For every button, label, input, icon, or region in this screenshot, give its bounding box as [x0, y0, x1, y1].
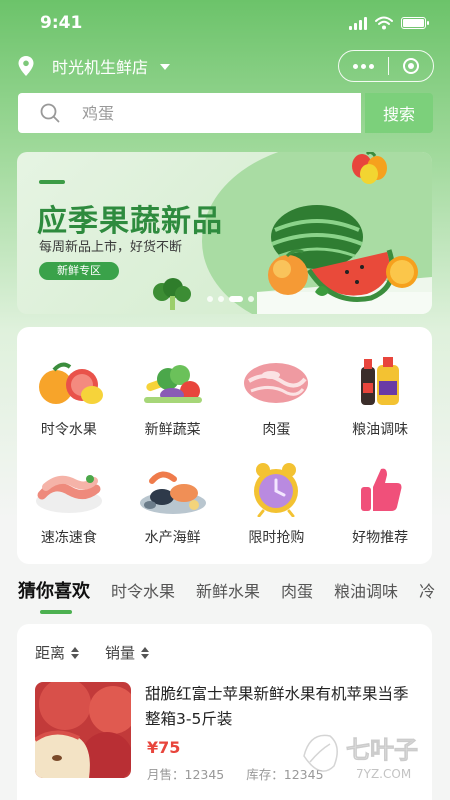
store-selector[interactable]: 时光机生鲜店: [52, 54, 148, 78]
sort-bar: 距离 销量: [35, 642, 150, 663]
banner-tag-button[interactable]: 新鲜专区: [39, 262, 119, 280]
category-label: 限时抢购: [248, 530, 305, 546]
sort-arrows-icon: [71, 646, 80, 659]
category-item-frozen-food[interactable]: 速冻速食: [17, 461, 121, 547]
pager-dot[interactable]: [218, 296, 224, 302]
frozen-food-icon: [35, 475, 102, 513]
chevron-down-icon[interactable]: [160, 64, 171, 70]
category-item-grain-oil[interactable]: 粮油调味: [328, 353, 432, 439]
seafood-icon: [139, 471, 206, 514]
sort-arrows-icon: [141, 646, 150, 659]
category-item-seafood[interactable]: 水产海鲜: [121, 461, 225, 547]
more-options-icon[interactable]: [353, 63, 374, 69]
recommend-tabs: 猜你喜欢 时令水果 新鲜水果 肉蛋 粮油调味 冷: [18, 578, 450, 618]
pager-dot-active[interactable]: [229, 296, 243, 302]
banner-headline: 应季果蔬新品: [37, 204, 223, 239]
product-name[interactable]: 甜脆红富士苹果新鲜水果有机苹果当季整箱3-5斤装: [145, 682, 417, 732]
watermark-brand: 七叶子: [346, 736, 418, 764]
tab-guess-you-like[interactable]: 猜你喜欢: [18, 578, 90, 614]
vegetables-icon: [143, 365, 202, 403]
tab-meat-eggs[interactable]: 肉蛋: [281, 578, 313, 606]
category-label: 速冻速食: [40, 530, 97, 546]
product-price: ¥75: [147, 738, 181, 757]
banner-pager: [207, 296, 254, 302]
thumbs-up-icon: [361, 468, 402, 511]
category-label: 时令水果: [40, 422, 97, 438]
category-item-recommended[interactable]: 好物推荐: [328, 461, 432, 547]
tab-frozen[interactable]: 冷: [419, 578, 435, 606]
sort-by-distance[interactable]: 距离: [35, 642, 80, 663]
category-card: 时令水果 新鲜蔬菜 肉蛋 粮油调味 速冻速食 水产海鲜 限时抢购 好物推荐: [17, 327, 432, 564]
status-time: 9:41: [40, 13, 83, 33]
tab-grain-oil[interactable]: 粮油调味: [334, 578, 398, 606]
monthly-sales: 月售：12345: [147, 767, 225, 782]
location-bar: 时光机生鲜店: [18, 48, 434, 84]
category-item-meat-eggs[interactable]: 肉蛋: [225, 353, 329, 439]
close-mini-program-icon[interactable]: [403, 58, 419, 74]
leaf-logo-icon: 七叶子 7YZ.COM: [303, 734, 418, 781]
apple-image: [35, 682, 131, 778]
location-pin-icon: [18, 56, 34, 76]
capsule-divider: [388, 57, 389, 75]
tab-fresh-fruit[interactable]: 新鲜水果: [196, 578, 260, 606]
category-label: 好物推荐: [352, 530, 409, 546]
battery-icon: [401, 17, 429, 29]
site-watermark: 七叶子 7YZ.COM: [296, 726, 436, 784]
category-item-seasonal-fruit[interactable]: 时令水果: [17, 353, 121, 439]
category-item-flash-sale[interactable]: 限时抢购: [225, 461, 329, 547]
category-label: 水产海鲜: [144, 530, 201, 546]
meat-icon: [244, 363, 309, 403]
search-button[interactable]: 搜索: [365, 93, 433, 133]
sort-label: 销量: [105, 644, 136, 662]
banner-accent-bar: [39, 180, 65, 184]
sort-by-sales[interactable]: 销量: [105, 642, 150, 663]
product-image[interactable]: [35, 682, 131, 778]
alarm-clock-icon: [254, 463, 299, 517]
banner-subline: 每周新品上市，好货不断: [39, 240, 183, 255]
tab-seasonal-fruit[interactable]: 时令水果: [111, 578, 175, 606]
category-grid: 时令水果 新鲜蔬菜 肉蛋 粮油调味 速冻速食 水产海鲜 限时抢购 好物推荐: [17, 353, 432, 547]
wifi-icon: [375, 16, 393, 30]
pager-dot[interactable]: [248, 296, 254, 302]
search-box[interactable]: [18, 93, 361, 133]
category-label: 新鲜蔬菜: [144, 422, 201, 438]
cellular-signal-icon: [349, 16, 367, 30]
watermark-domain: 7YZ.COM: [356, 767, 411, 781]
search-input[interactable]: [82, 103, 302, 123]
oil-bottles-icon: [361, 357, 400, 405]
search-icon: [40, 103, 60, 123]
status-bar: 9:41: [0, 0, 450, 46]
category-label: 肉蛋: [262, 422, 291, 438]
status-icons: [349, 16, 429, 30]
category-label: 粮油调味: [352, 422, 409, 438]
search-bar: 搜索: [18, 93, 433, 133]
promo-banner[interactable]: 应季果蔬新品 每周新品上市，好货不断 新鲜专区: [17, 152, 432, 314]
sort-label: 距离: [35, 644, 66, 662]
pager-dot[interactable]: [207, 296, 213, 302]
category-item-fresh-vegetables[interactable]: 新鲜蔬菜: [121, 353, 225, 439]
mini-program-capsule: [338, 50, 434, 82]
citrus-fruits-icon: [38, 362, 103, 404]
